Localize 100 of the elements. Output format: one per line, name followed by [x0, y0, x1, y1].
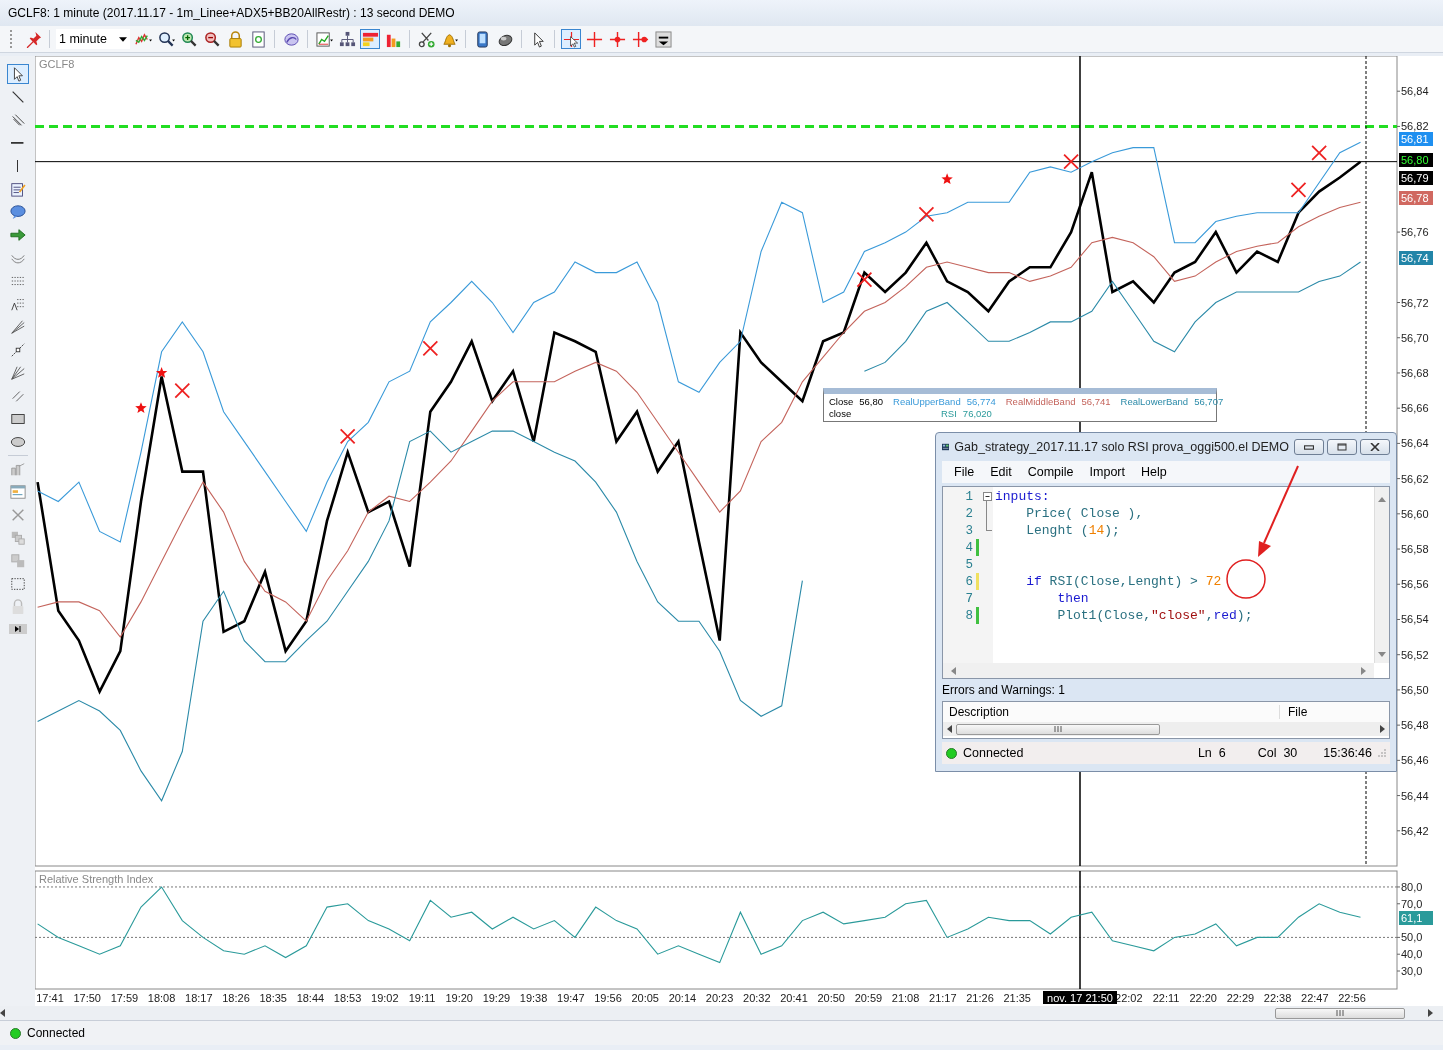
menu-item[interactable]: Compile: [1021, 465, 1082, 479]
menu-item[interactable]: File: [948, 465, 983, 479]
crosshair-dot-icon: [608, 30, 626, 48]
scroll-left-icon[interactable]: [0, 1009, 6, 1017]
errors-label: Errors and Warnings: 1: [942, 683, 1065, 697]
axis-label: 50,0: [1401, 931, 1423, 944]
ellipse-icon: [9, 434, 26, 450]
scroll-thumb[interactable]: [956, 723, 1160, 735]
hierarchy-icon: [338, 30, 356, 48]
crosshair-time-label: nov. 17 21:50: [1043, 991, 1117, 1004]
axis-label: 56,58: [1401, 543, 1429, 556]
minimize-button[interactable]: [1294, 439, 1324, 455]
cross-marker: [1290, 181, 1307, 198]
status-text: Connected: [27, 1026, 86, 1040]
grip-icon: [1336, 1010, 1344, 1016]
axis-label: 56,72: [1401, 296, 1429, 309]
scroll-right-icon[interactable]: [1427, 1009, 1433, 1017]
segment-icon: [9, 342, 26, 358]
menu-item[interactable]: Edit: [984, 465, 1020, 479]
maximize-button[interactable]: [1327, 439, 1357, 455]
crosshair-dot-icon: [631, 30, 649, 48]
arrow-icon: [9, 227, 26, 243]
cursor-tool[interactable]: [6, 64, 29, 84]
axis-label: 20:23: [705, 991, 734, 1004]
refresh-icon: [249, 30, 267, 48]
price-tag: 56,80: [1399, 153, 1433, 167]
axis-label: 19:20: [445, 991, 473, 1004]
hierarchy-button[interactable]: [337, 29, 357, 49]
scroll-down-icon[interactable]: [1378, 652, 1386, 657]
color-bars-button[interactable]: [360, 29, 380, 49]
code-line: Lenght (14);: [1025, 522, 1121, 539]
properties-icon: [9, 484, 26, 500]
legend-label: RSI: [941, 408, 957, 419]
axis-label: 19:29: [482, 991, 511, 1004]
resize-grip-icon[interactable]: [1378, 749, 1386, 757]
crosshair-dot-button[interactable]: [607, 29, 627, 49]
scroll-thumb[interactable]: [1275, 1007, 1405, 1019]
cross-marker: [339, 428, 356, 445]
fan-icon: [9, 365, 26, 381]
chart-icon: [315, 30, 333, 48]
column-header[interactable]: File: [1280, 705, 1308, 719]
caret-icon: [119, 36, 127, 42]
axis-label: 21:08: [891, 991, 920, 1004]
zoom-out-button[interactable]: [202, 29, 222, 49]
legend-label: close: [829, 408, 852, 419]
speech-bubble-icon: [9, 204, 26, 220]
menu-item[interactable]: Import: [1083, 465, 1133, 479]
pin-icon: [24, 30, 42, 48]
scissors-icon: [417, 30, 435, 48]
code-line: Plot1(Close,"close",red);: [1056, 607, 1254, 624]
crosshair-button[interactable]: [584, 29, 604, 49]
stack-icon: [9, 530, 26, 546]
axis-label: 20:14: [668, 991, 697, 1004]
axis-label: 22:29: [1226, 991, 1255, 1004]
column-header[interactable]: Description: [943, 705, 1280, 719]
axis-label: 56,68: [1401, 366, 1429, 379]
cross-marker: [918, 206, 935, 223]
legend-value: 56,80: [859, 396, 884, 407]
line-number: 6: [965, 574, 974, 589]
legend-label: RealLowerBand: [1120, 396, 1189, 407]
legend-label: RealUpperBand: [893, 396, 961, 407]
interval-dropdown[interactable]: 1 minute: [56, 29, 130, 49]
axis-label: 22:11: [1152, 991, 1180, 1004]
grip-icon: [1054, 726, 1062, 732]
swirl-icon: [282, 30, 300, 48]
axis-label: 21:17: [929, 991, 957, 1004]
axis-label: 19:47: [557, 991, 585, 1004]
axis-label: 18:17: [185, 991, 213, 1004]
axis-label: 20:59: [854, 991, 883, 1004]
scroll-right-icon[interactable]: [1380, 725, 1385, 733]
fold-icon[interactable]: [982, 492, 992, 501]
zoom-in-button[interactable]: [179, 29, 199, 49]
star-marker: [941, 173, 953, 185]
crosshair-cursor-icon: [562, 30, 580, 48]
scroll-left-icon[interactable]: [947, 725, 952, 733]
axis-label: 56,46: [1401, 754, 1429, 767]
axis-label: 18:08: [147, 991, 176, 1004]
axis-label: 22:47: [1301, 991, 1329, 1004]
search-button[interactable]: [156, 29, 176, 49]
menu-item[interactable]: Help: [1135, 465, 1175, 479]
legend-value: 56,741: [1081, 396, 1111, 407]
line-number: 4: [965, 540, 974, 555]
overflow-button[interactable]: [653, 29, 673, 49]
line-number: 2: [965, 506, 974, 521]
crosshair-cursor-button[interactable]: [561, 29, 581, 49]
legend-value: 56,774: [966, 396, 996, 407]
line-number: 7: [965, 591, 974, 606]
price-tag: 56,79: [1399, 171, 1433, 185]
minimize-icon: [1304, 444, 1314, 450]
zoom-in-icon: [180, 30, 198, 48]
fibonacci-icon: [9, 296, 26, 312]
crosshair-dot-button[interactable]: [630, 29, 650, 49]
axis-label: 56,54: [1401, 613, 1429, 626]
chart-button[interactable]: [314, 29, 334, 49]
scroll-up-icon[interactable]: [1378, 497, 1386, 502]
cross-marker: [174, 382, 191, 399]
code-line: inputs:: [994, 488, 1051, 505]
close-button[interactable]: [1360, 439, 1390, 455]
axis-label: 56,64: [1401, 437, 1429, 450]
maximize-icon: [1337, 443, 1347, 451]
